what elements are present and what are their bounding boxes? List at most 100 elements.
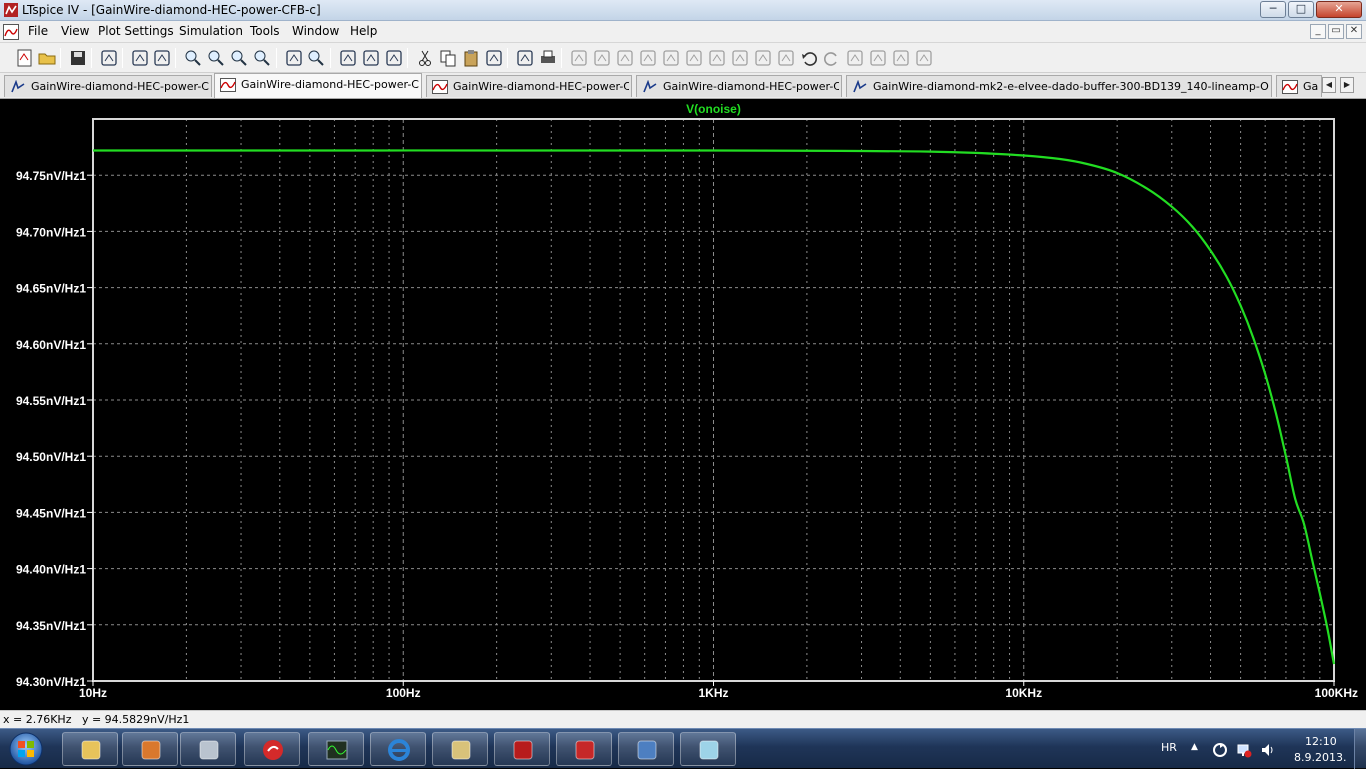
paste-icon[interactable] (461, 48, 481, 68)
document-tab-3[interactable]: GainWire-diamond-HEC-power-CFB-d (426, 75, 632, 97)
zoom-fit-icon[interactable] (306, 48, 326, 68)
mdi-close-button[interactable]: ✕ (1346, 24, 1362, 39)
taskbar-button-pdf-reader[interactable] (556, 732, 612, 766)
y-tick-label: 94.35nV/Hz1 (16, 619, 86, 633)
document-tab-6[interactable]: GainW (1276, 75, 1322, 97)
explorer-icon (81, 740, 101, 760)
start-button[interactable] (4, 732, 48, 766)
zoom-in-icon[interactable] (183, 48, 203, 68)
antivirus-icon (263, 740, 283, 760)
schematic-icon (643, 80, 657, 93)
plot-document-icon[interactable] (3, 24, 19, 40)
taskbar-button-notepad[interactable] (618, 732, 674, 766)
windows-taskbar: HR ▲ 12:10 8.9.2013. (0, 728, 1366, 769)
menu-tools[interactable]: Tools (250, 24, 280, 38)
minimize-button[interactable]: ─ (1260, 1, 1286, 18)
zoom-out-icon[interactable] (229, 48, 249, 68)
show-desktop-button[interactable] (1354, 729, 1366, 769)
tile-horizontal-icon[interactable] (338, 48, 358, 68)
ground-icon[interactable] (592, 48, 612, 68)
menu-help[interactable]: Help (350, 24, 377, 38)
taskbar-button-folder[interactable] (432, 732, 488, 766)
autorange-icon[interactable] (284, 48, 304, 68)
menu-window[interactable]: Window (292, 24, 339, 38)
taskbar-button-oscilloscope[interactable] (308, 732, 364, 766)
move-icon[interactable] (753, 48, 773, 68)
diode-icon[interactable] (707, 48, 727, 68)
copy-icon[interactable] (438, 48, 458, 68)
save-icon[interactable] (68, 48, 88, 68)
text-icon[interactable] (891, 48, 911, 68)
y-tick-label: 94.50nV/Hz1 (16, 450, 86, 464)
taskbar-button-explorer[interactable] (62, 732, 118, 766)
clock-date[interactable]: 8.9.2013. (1294, 751, 1346, 764)
halt-icon[interactable] (152, 48, 172, 68)
find-icon[interactable] (484, 48, 504, 68)
print-preview-icon[interactable] (515, 48, 535, 68)
new-schematic-icon[interactable] (15, 48, 35, 68)
redo-icon[interactable] (822, 48, 842, 68)
document-tab-4[interactable]: GainWire-diamond-HEC-power-CFB-d (636, 75, 842, 97)
document-tab-5[interactable]: GainWire-diamond-mk2-e-elvee-dado-buffer… (846, 75, 1272, 97)
print-icon[interactable] (538, 48, 558, 68)
menu-bar: File View Plot Settings Simulation Tools… (0, 21, 1366, 43)
waveform-plot-pane[interactable]: 94.75nV/Hz1 94.70nV/Hz1 94.65nV/Hz1 94.60nV… (0, 99, 1366, 710)
tab-scroll-left-button[interactable]: ◀ (1322, 77, 1336, 93)
close-button[interactable]: ✕ (1316, 1, 1362, 18)
title-bar[interactable]: LTspice IV - [GainWire-diamond-HEC-power… (0, 0, 1366, 21)
run-icon[interactable] (130, 48, 150, 68)
menu-file[interactable]: File (28, 24, 48, 38)
taskbar-button-ltspice[interactable] (494, 732, 550, 766)
toolbar-separator (507, 48, 508, 68)
control-panel-icon[interactable] (99, 48, 119, 68)
mdi-restore-button[interactable]: ▭ (1328, 24, 1344, 39)
cascade-icon[interactable] (361, 48, 381, 68)
tile-vertical-icon[interactable] (384, 48, 404, 68)
taskbar-button-installer[interactable] (122, 732, 178, 766)
undo-icon[interactable] (799, 48, 819, 68)
drag-icon[interactable] (776, 48, 796, 68)
resistor-icon[interactable] (638, 48, 658, 68)
document-tab-1[interactable]: GainWire-diamond-HEC-power-CFB-c (4, 75, 212, 97)
label-icon[interactable] (615, 48, 635, 68)
open-icon[interactable] (37, 48, 57, 68)
zoom-box-icon[interactable] (206, 48, 226, 68)
notepad-icon (637, 740, 657, 760)
waveform-plot[interactable]: 94.75nV/Hz1 94.70nV/Hz1 94.65nV/Hz1 94.60nV… (0, 99, 1366, 710)
wire-icon[interactable] (569, 48, 589, 68)
window-title: LTspice IV - [GainWire-diamond-HEC-power… (22, 3, 321, 17)
taskbar-button-internet-explorer[interactable] (370, 732, 426, 766)
tray-expand-arrow[interactable]: ▲ (1191, 742, 1198, 752)
menu-simulation[interactable]: Simulation (179, 24, 243, 38)
y-tick-label: 94.70nV/Hz1 (16, 225, 86, 239)
tab-label: GainWire-diamond-HEC-power-CFB-d (663, 80, 839, 93)
ltspice-app-icon (4, 3, 18, 17)
zoom-cancel-icon[interactable] (252, 48, 272, 68)
maximize-button[interactable]: □ (1288, 1, 1314, 18)
mirror-icon[interactable] (868, 48, 888, 68)
rotate-icon[interactable] (845, 48, 865, 68)
clock-time[interactable]: 12:10 (1305, 735, 1337, 748)
mdi-minimize-button[interactable]: _ (1310, 24, 1326, 39)
trace-title[interactable]: V(onoise) (686, 102, 741, 116)
spice-directive-icon[interactable] (914, 48, 934, 68)
volume-tray-icon[interactable] (1260, 742, 1276, 758)
toolbar-separator (561, 48, 562, 68)
taskbar-button-antivirus[interactable] (244, 732, 300, 766)
network-tray-icon[interactable] (1236, 742, 1252, 758)
tab-scroll-right-button[interactable]: ▶ (1340, 77, 1354, 93)
cut-icon[interactable] (415, 48, 435, 68)
taskbar-button-document[interactable] (680, 732, 736, 766)
menu-plot-settings[interactable]: Plot Settings (98, 24, 174, 38)
x-tick-label: 1KHz (698, 686, 728, 700)
component-icon[interactable] (730, 48, 750, 68)
menu-view[interactable]: View (61, 24, 89, 38)
capacitor-icon[interactable] (661, 48, 681, 68)
language-indicator[interactable]: HR (1161, 741, 1177, 754)
taskbar-button-network-tool[interactable] (180, 732, 236, 766)
inductor-icon[interactable] (684, 48, 704, 68)
sync-tray-icon[interactable] (1212, 742, 1228, 758)
document-tab-2[interactable]: GainWire-diamond-HEC-power-CFB-c (214, 73, 422, 98)
pdf-reader-icon (575, 740, 595, 760)
plot-grid (93, 119, 1334, 682)
